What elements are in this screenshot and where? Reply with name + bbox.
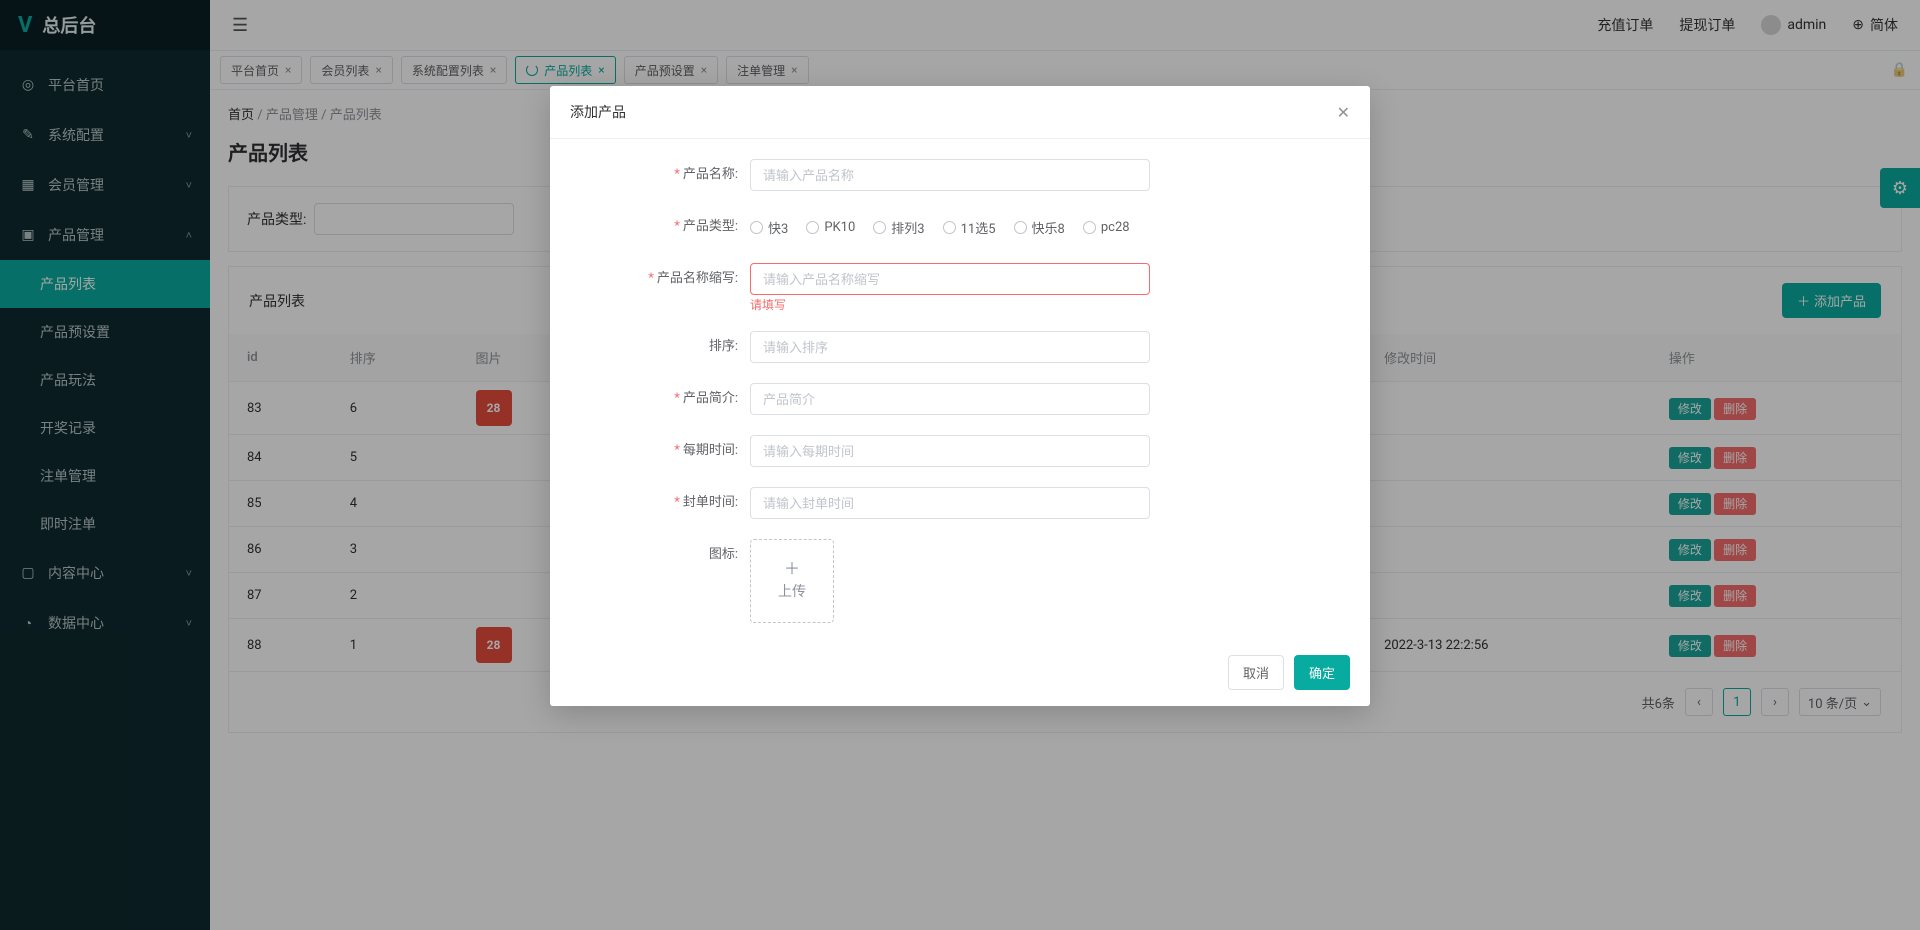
close-icon[interactable]: ✕ <box>1337 103 1350 122</box>
product-type-radio-0[interactable]: 快3 <box>750 218 788 237</box>
close-time-input[interactable] <box>750 487 1150 519</box>
radio-icon <box>750 221 763 234</box>
add-product-modal: 添加产品 ✕ *产品名称: *产品类型: 快3PK10排列311选5快乐8pc2… <box>550 86 1370 706</box>
radio-icon <box>1083 221 1096 234</box>
product-type-radio-1[interactable]: PK10 <box>806 220 855 235</box>
radio-icon <box>873 221 886 234</box>
modal-title: 添加产品 <box>570 102 626 122</box>
confirm-button[interactable]: 确定 <box>1294 655 1350 690</box>
sort-input[interactable] <box>750 331 1150 363</box>
brief-input[interactable] <box>750 383 1150 415</box>
abbr-error: 请填写 <box>750 299 1150 311</box>
product-type-radio-4[interactable]: 快乐8 <box>1014 218 1065 237</box>
radio-icon <box>806 221 819 234</box>
cancel-button[interactable]: 取消 <box>1228 655 1284 690</box>
product-type-radio-2[interactable]: 排列3 <box>873 218 924 237</box>
icon-upload[interactable]: ＋ 上传 <box>750 539 834 623</box>
plus-icon: ＋ <box>784 561 800 577</box>
product-type-radio-3[interactable]: 11选5 <box>943 218 996 237</box>
product-abbr-input[interactable] <box>750 263 1150 295</box>
product-type-radio-5[interactable]: pc28 <box>1083 220 1130 235</box>
radio-icon <box>1014 221 1027 234</box>
radio-icon <box>943 221 956 234</box>
period-input[interactable] <box>750 435 1150 467</box>
product-type-radio-group: 快3 PK10 排列3 11选5 快乐8 pc28 <box>750 211 1150 243</box>
product-name-input[interactable] <box>750 159 1150 191</box>
